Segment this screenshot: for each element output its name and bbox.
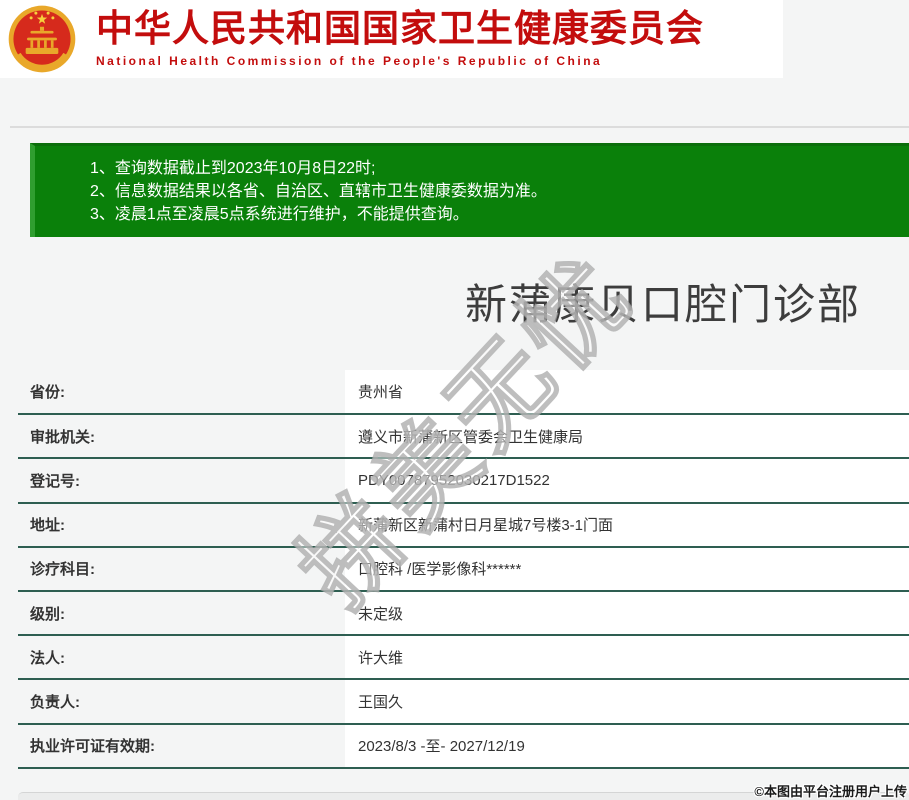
field-value: 贵州省 [345, 370, 909, 416]
table-row-address: 地址: 新蒲新区新蒲村日月星城7号楼3-1门面 [18, 502, 909, 548]
china-national-emblem-icon [8, 5, 76, 73]
table-row-registration-number: 登记号: PDY00787952030217D1522 [18, 458, 909, 504]
notice-line-2: 2、信息数据结果以各省、自治区、直辖市卫生健康委数据为准。 [90, 183, 547, 200]
field-label: 地址: [18, 502, 345, 548]
table-row-person-in-charge: 负责人: 王国久 [18, 679, 909, 725]
site-title-english: National Health Commission of the People… [96, 53, 603, 68]
field-label: 级别: [18, 590, 345, 637]
field-label: 诊疗科目: [18, 546, 345, 592]
table-row-legal-person: 法人: 许大维 [18, 635, 909, 681]
field-label: 负责人: [18, 679, 345, 725]
field-label: 省份: [18, 370, 345, 416]
field-value: 许大维 [345, 635, 909, 681]
query-notice-box: 1、查询数据截止到2023年10月8日22时; 2、信息数据结果以各省、自治区、… [30, 143, 909, 237]
table-row-license-validity: 执业许可证有效期: 2023/8/3 -至- 2027/12/19 [18, 723, 909, 769]
field-label: 审批机关: [18, 414, 345, 460]
header-titles: 中华人民共和国国家卫生健康委员会 National Health Commiss… [96, 8, 704, 68]
table-row-approval-authority: 审批机关: 遵义市新蒲新区管委会卫生健康局 [18, 414, 909, 460]
upload-attribution-watermark: ©本图由平台注册用户上传 [754, 784, 907, 799]
field-value: 口腔科 /医学影像科****** [345, 546, 909, 592]
field-label: 登记号: [18, 458, 345, 504]
table-row-level: 级别: 未定级 [18, 590, 909, 637]
header-divider [10, 126, 909, 128]
table-row-province: 省份: 贵州省 [18, 370, 909, 416]
field-label: 法人: [18, 635, 345, 681]
institution-name-title: 新蒲康贝口腔门诊部 [464, 281, 861, 328]
field-value: 新蒲新区新蒲村日月星城7号楼3-1门面 [345, 502, 909, 548]
institution-info-table: 省份: 贵州省 审批机关: 遵义市新蒲新区管委会卫生健康局 登记号: PDY00… [18, 370, 909, 769]
field-value: PDY00787952030217D1522 [345, 458, 909, 504]
field-value: 2023/8/3 -至- 2027/12/19 [345, 723, 909, 769]
notice-line-3: 3、凌晨1点至凌晨5点系统进行维护，不能提供查询。 [90, 206, 469, 223]
field-value: 王国久 [345, 679, 909, 725]
notice-line-1: 1、查询数据截止到2023年10月8日22时; [90, 160, 376, 177]
site-header: 中华人民共和国国家卫生健康委员会 National Health Commiss… [0, 0, 783, 78]
site-title-chinese: 中华人民共和国国家卫生健康委员会 [96, 8, 704, 50]
field-value: 遵义市新蒲新区管委会卫生健康局 [345, 414, 909, 460]
field-value: 未定级 [345, 590, 909, 637]
table-row-clinical-subjects: 诊疗科目: 口腔科 /医学影像科****** [18, 546, 909, 592]
field-label: 执业许可证有效期: [18, 723, 345, 769]
